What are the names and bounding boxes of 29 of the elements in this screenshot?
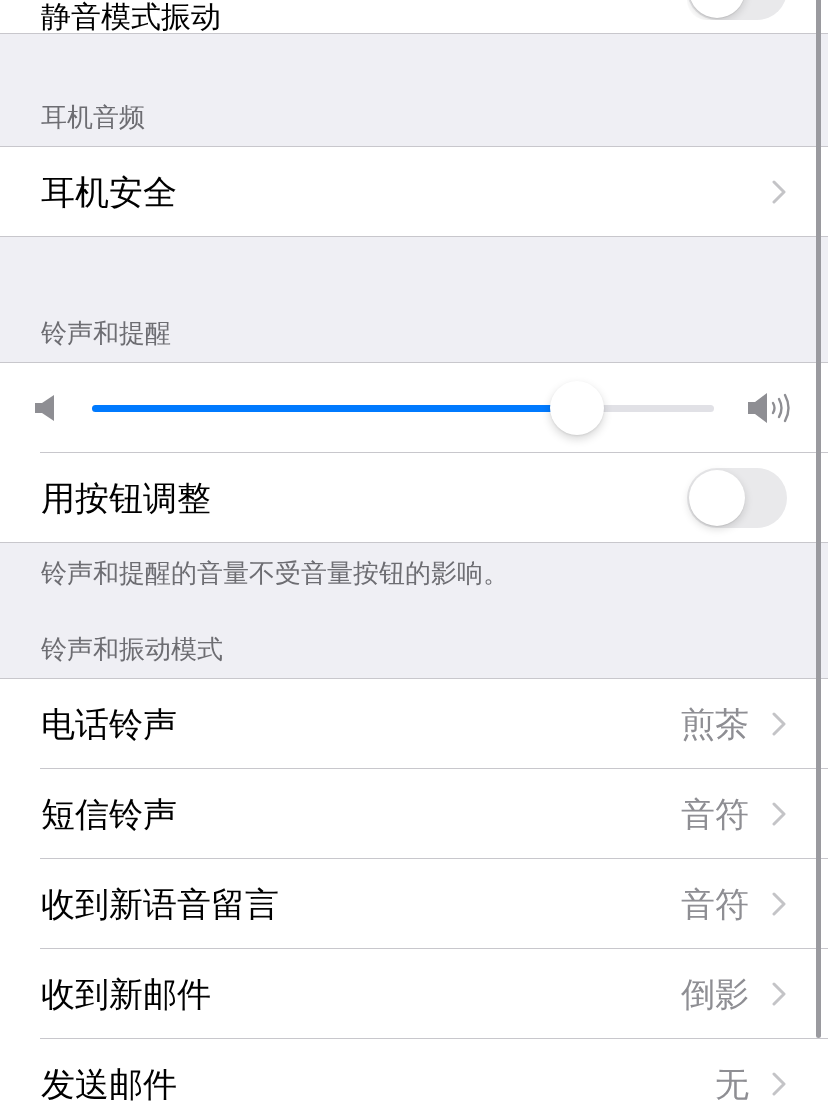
setting-value: 煎茶 [681, 702, 749, 745]
setting-value: 无 [715, 1062, 749, 1104]
volume-slider[interactable] [92, 380, 714, 435]
slider-thumb[interactable] [550, 380, 605, 435]
setting-label[interactable]: 发送邮件 [41, 1062, 715, 1104]
chevron-icon [772, 891, 786, 916]
section-header: 铃声和振动模式 [40, 633, 224, 666]
chevron-icon [772, 981, 786, 1006]
setting-label[interactable]: 耳机安全 [41, 170, 772, 213]
toggle-switch[interactable] [687, 467, 787, 528]
section-header: 铃声和提醒 [40, 317, 172, 350]
setting-label[interactable]: 电话铃声 [41, 702, 681, 745]
setting-value: 音符 [681, 882, 749, 925]
chevron-icon [772, 1071, 786, 1096]
section-footer: 铃声和提醒的音量不受音量按钮的影响。 [0, 543, 828, 589]
chevron-icon [772, 801, 786, 826]
setting-value: 倒影 [681, 972, 749, 1015]
setting-label: 用按钮调整 [41, 476, 212, 519]
setting-label[interactable]: 收到新语音留言 [41, 882, 681, 925]
chevron-icon [772, 179, 786, 204]
volume-high-icon [748, 391, 793, 424]
volume-low-icon [35, 393, 55, 422]
setting-label: 静音模式振动 [41, 0, 221, 33]
toggle-switch[interactable] [687, 0, 787, 20]
setting-label[interactable]: 短信铃声 [41, 792, 681, 835]
section-header: 耳机音频 [40, 101, 146, 134]
setting-value: 音符 [681, 792, 749, 835]
setting-label[interactable]: 收到新邮件 [41, 972, 681, 1015]
chevron-icon [772, 711, 786, 736]
